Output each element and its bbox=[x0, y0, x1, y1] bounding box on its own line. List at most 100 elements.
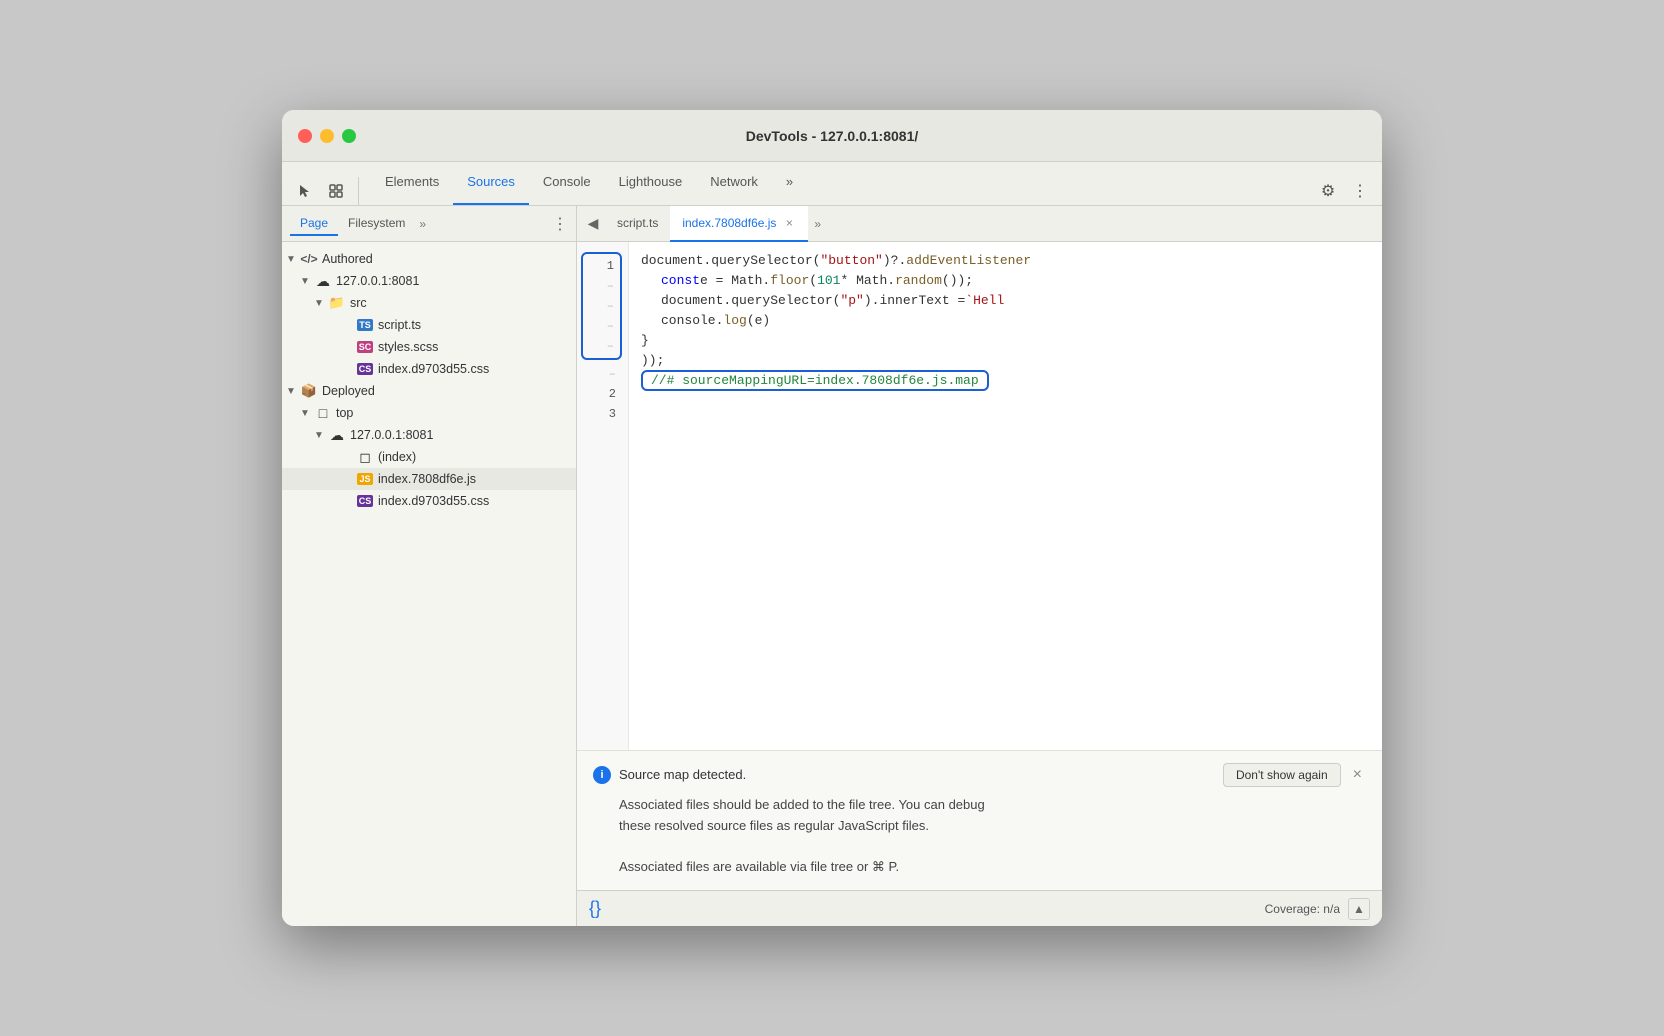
tree-arrow-deployed: ▼ bbox=[286, 386, 300, 397]
sourcemap-highlight-box: //# sourceMappingURL=index.7808df6e.js.m… bbox=[641, 370, 989, 391]
devtools-tabbar: Elements Sources Console Lighthouse Netw… bbox=[282, 162, 1382, 206]
top-folder-icon: □ bbox=[314, 405, 332, 421]
settings-icon[interactable]: ⚙ bbox=[1314, 177, 1342, 205]
editor-tabbar: ◀ script.ts index.7808df6e.js × » bbox=[577, 206, 1382, 242]
dont-show-again-button[interactable]: Don't show again bbox=[1223, 763, 1341, 787]
code-line-3 bbox=[641, 390, 1382, 410]
tree-top-folder[interactable]: ▼ □ top bbox=[282, 402, 576, 424]
tab-lighthouse[interactable]: Lighthouse bbox=[605, 161, 697, 205]
minimize-button[interactable] bbox=[320, 129, 334, 143]
line-nums-highlight-box: 1 – – – – bbox=[581, 252, 622, 360]
editor-tab-script-ts-label: script.ts bbox=[617, 216, 658, 230]
tree-index-html-label: (index) bbox=[378, 450, 416, 464]
editor-tab-close-icon[interactable]: × bbox=[782, 216, 796, 230]
devtools-tab-icons bbox=[290, 177, 363, 205]
line-num-dash1: – bbox=[583, 276, 620, 296]
code-line-dash3: console.log(e) bbox=[641, 310, 1382, 330]
tree-index-js-label: index.7808df6e.js bbox=[378, 472, 476, 486]
maximize-button[interactable] bbox=[342, 129, 356, 143]
tree-css-deployed[interactable]: CS index.d9703d55.css bbox=[282, 490, 576, 512]
tree-arrow-authored: ▼ bbox=[286, 254, 300, 265]
tree-host-deployed-label: 127.0.0.1:8081 bbox=[350, 428, 433, 442]
notification-body-line3: Associated files are available via file … bbox=[619, 857, 1366, 878]
cursor-icon[interactable] bbox=[290, 177, 318, 205]
cloud-icon-authored: ☁ bbox=[314, 273, 332, 289]
tree-arrow-src: ▼ bbox=[314, 298, 328, 309]
tab-console[interactable]: Console bbox=[529, 161, 605, 205]
notification-body: Associated files should be added to the … bbox=[593, 795, 1366, 878]
tab-divider bbox=[358, 177, 359, 205]
file-tree: ▼ </> Authored ▼ ☁ 127.0.0.1:8081 ▼ 📁 sr… bbox=[282, 242, 576, 926]
panel-tab-filesystem[interactable]: Filesystem bbox=[338, 212, 415, 236]
tree-arrow-top: ▼ bbox=[300, 408, 314, 419]
tab-sources[interactable]: Sources bbox=[453, 161, 529, 205]
tree-deployed[interactable]: ▼ 📦 Deployed bbox=[282, 380, 576, 402]
tree-top-label: top bbox=[336, 406, 353, 420]
more-options-icon[interactable]: ⋮ bbox=[1346, 177, 1374, 205]
css-file-icon-authored: CS bbox=[356, 361, 374, 377]
panel-actions: ⋮ bbox=[552, 214, 568, 234]
panel-tab-page[interactable]: Page bbox=[290, 212, 338, 236]
css-file-icon-deployed: CS bbox=[356, 493, 374, 509]
code-line-dash1: const e = Math.floor(101 * Math.random()… bbox=[641, 270, 1382, 290]
inspect-icon[interactable] bbox=[322, 177, 350, 205]
tab-network[interactable]: Network bbox=[696, 161, 772, 205]
line-num-dash4: – bbox=[583, 336, 620, 356]
panel-tabbar: Page Filesystem » ⋮ bbox=[282, 206, 576, 242]
notification-area: i Source map detected. Don't show again … bbox=[577, 750, 1382, 890]
line-num-dash2: – bbox=[583, 296, 620, 316]
tree-arrow-host-deployed: ▼ bbox=[314, 430, 328, 441]
format-icon[interactable]: {} bbox=[589, 898, 601, 919]
editor-tab-script-ts[interactable]: script.ts bbox=[605, 206, 670, 242]
panel-menu-icon[interactable]: ⋮ bbox=[552, 214, 568, 234]
devtools-tab-actions: ⚙ ⋮ bbox=[1314, 177, 1374, 205]
notification-title-text: Source map detected. bbox=[619, 767, 1215, 782]
box-icon: 📦 bbox=[300, 383, 318, 399]
tree-script-ts-label: script.ts bbox=[378, 318, 421, 332]
editor-tab-index-js[interactable]: index.7808df6e.js × bbox=[670, 206, 808, 242]
code-line-dash2: document.querySelector("p").innerText = … bbox=[641, 290, 1382, 310]
tab-elements[interactable]: Elements bbox=[371, 161, 453, 205]
panel-tab-more[interactable]: » bbox=[419, 217, 426, 231]
tree-host-authored-label: 127.0.0.1:8081 bbox=[336, 274, 419, 288]
tree-css-deployed-label: index.d9703d55.css bbox=[378, 494, 489, 508]
code-line-dash4: } bbox=[641, 330, 1382, 350]
editor-tab-prev-icon[interactable]: ◀ bbox=[581, 212, 605, 236]
notification-body-line2: these resolved source files as regular J… bbox=[619, 816, 1366, 837]
code-line-2: //# sourceMappingURL=index.7808df6e.js.m… bbox=[641, 370, 1382, 390]
bottom-bar: {} Coverage: n/a ▲ bbox=[577, 890, 1382, 926]
titlebar: DevTools - 127.0.0.1:8081/ bbox=[282, 110, 1382, 162]
tab-more[interactable]: » bbox=[772, 161, 807, 205]
tree-host-authored[interactable]: ▼ ☁ 127.0.0.1:8081 bbox=[282, 270, 576, 292]
close-button[interactable] bbox=[298, 129, 312, 143]
line-num-3: 3 bbox=[581, 404, 622, 424]
tree-deployed-label: Deployed bbox=[322, 384, 375, 398]
line-num-dash5: – bbox=[581, 364, 622, 384]
tree-css-authored-label: index.d9703d55.css bbox=[378, 362, 489, 376]
main-area: Page Filesystem » ⋮ ▼ </> Authored ▼ bbox=[282, 206, 1382, 926]
code-area: 1 – – – – – 2 3 document.querySelector("… bbox=[577, 242, 1382, 750]
notification-body-line1: Associated files should be added to the … bbox=[619, 795, 1366, 816]
tree-index-html[interactable]: ◻ (index) bbox=[282, 446, 576, 468]
editor-panel: ◀ script.ts index.7808df6e.js × » 1 – bbox=[577, 206, 1382, 926]
editor-tab-index-js-label: index.7808df6e.js bbox=[682, 216, 776, 230]
tree-authored[interactable]: ▼ </> Authored bbox=[282, 248, 576, 270]
window-controls bbox=[298, 129, 356, 143]
tree-script-ts[interactable]: TS script.ts bbox=[282, 314, 576, 336]
scroll-to-top-icon[interactable]: ▲ bbox=[1348, 898, 1370, 920]
tree-host-deployed[interactable]: ▼ ☁ 127.0.0.1:8081 bbox=[282, 424, 576, 446]
notification-info-icon: i bbox=[593, 766, 611, 784]
line-num-1: 1 bbox=[583, 256, 620, 276]
tree-css-authored[interactable]: CS index.d9703d55.css bbox=[282, 358, 576, 380]
tree-styles-scss[interactable]: SC styles.scss bbox=[282, 336, 576, 358]
tree-src-folder[interactable]: ▼ 📁 src bbox=[282, 292, 576, 314]
editor-tab-more-icon[interactable]: » bbox=[808, 217, 827, 231]
code-content: document.querySelector("button")?.addEve… bbox=[629, 242, 1382, 750]
notification-close-icon[interactable]: × bbox=[1349, 766, 1366, 784]
line-numbers: 1 – – – – – 2 3 bbox=[577, 242, 629, 750]
tree-index-js[interactable]: JS index.7808df6e.js bbox=[282, 468, 576, 490]
folder-icon-src: 📁 bbox=[328, 295, 346, 311]
ts-file-icon: TS bbox=[356, 317, 374, 333]
tree-styles-scss-label: styles.scss bbox=[378, 340, 438, 354]
line-num-2: 2 bbox=[581, 384, 622, 404]
